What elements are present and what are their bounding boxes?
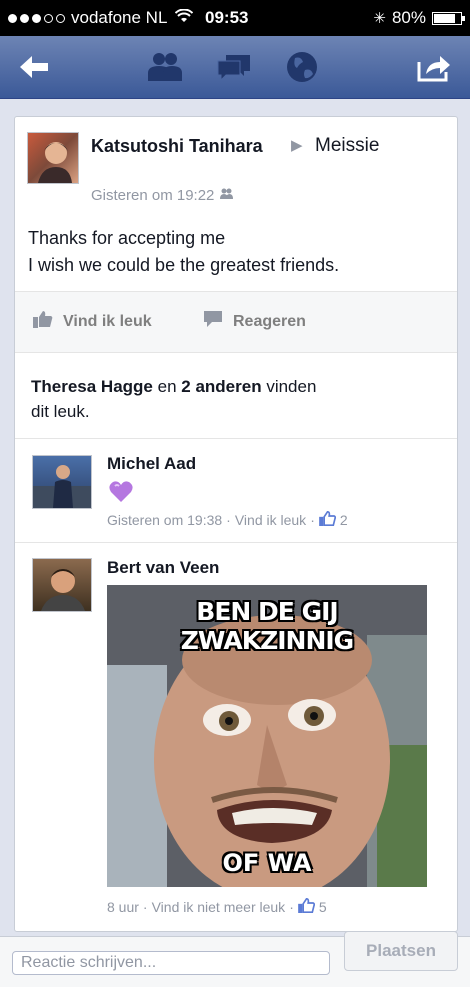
post-body: Thanks for accepting me I wish we could … <box>28 225 448 279</box>
divider <box>15 542 457 543</box>
battery-percent: 80% <box>391 8 426 27</box>
comment-input[interactable] <box>12 951 330 975</box>
comment-author-avatar[interactable] <box>32 558 92 612</box>
comment-meta: Gisteren om 19:38 · Vind ik leuk · 2 <box>107 510 348 529</box>
meme-caption-top: BEN DE GIJ ZWAKZINNIG <box>180 597 354 655</box>
likes-summary[interactable]: Theresa Hagge en 2 anderen vinden dit le… <box>31 374 411 424</box>
comment-time: 8 uur <box>107 899 139 915</box>
blue-thumbs-up-icon <box>298 897 315 916</box>
comment-button[interactable]: Reageren <box>203 310 306 333</box>
battery-icon <box>432 11 465 25</box>
comment-author-name[interactable]: Bert van Veen <box>107 558 219 578</box>
status-left: vodafone NL <box>8 8 194 28</box>
post-recipient-name[interactable]: Meissie <box>315 135 379 157</box>
comment-time: Gisteren om 19:38 <box>107 512 223 528</box>
post-time-text: Gisteren om 19:22 <box>91 187 215 204</box>
signal-strength-icon <box>8 13 65 23</box>
arrow-right-icon: ▶ <box>291 137 303 154</box>
post-text-line: I wish we could be the greatest friends. <box>28 255 340 275</box>
wifi-icon <box>175 8 194 28</box>
comment-like-count: 2 <box>339 512 348 528</box>
carrier-name: vodafone NL <box>71 8 168 27</box>
likes-suffix-line2: dit leuk. <box>31 402 90 421</box>
post-action-bar: Vind ik leuk Reageren <box>15 291 457 353</box>
status-right: ✳ 80% <box>373 8 465 28</box>
other-likers[interactable]: 2 anderen <box>181 377 261 396</box>
status-bar: vodafone NL 09:53 ✳ 80% <box>0 0 470 36</box>
meme-caption-bottom: OF WA <box>222 849 312 877</box>
comment-like-link[interactable]: Vind ik leuk <box>235 512 306 528</box>
liker-name[interactable]: Theresa Hagge <box>31 377 153 396</box>
likes-connector: en <box>157 377 177 396</box>
post-comment-button[interactable]: Plaatsen <box>344 931 458 971</box>
post-author-name[interactable]: Katsutoshi Tanihara <box>91 136 263 157</box>
back-arrow-icon[interactable] <box>14 48 54 86</box>
comment-meta: 8 uur · Vind ik niet meer leuk · 5 <box>107 897 327 916</box>
share-icon[interactable] <box>414 48 454 86</box>
activity-spinner-icon: ✳ <box>373 10 386 27</box>
messages-icon[interactable] <box>214 48 254 86</box>
comment-button-label: Reageren <box>233 312 306 330</box>
post-timestamp: Gisteren om 19:22 <box>91 187 234 204</box>
blue-thumbs-up-icon <box>319 510 336 529</box>
meme-image[interactable]: BEN DE GIJ ZWAKZINNIG OF WA <box>107 585 427 887</box>
clock: 09:53 <box>205 8 249 27</box>
comment-author-avatar[interactable] <box>32 455 92 509</box>
comment-author-name[interactable]: Michel Aad <box>107 454 196 474</box>
friends-audience-icon <box>219 187 234 204</box>
top-navigation-bar <box>0 36 470 99</box>
globe-icon[interactable] <box>282 48 322 86</box>
comment-composer: Plaatsen <box>0 931 470 987</box>
thumbs-up-icon <box>33 310 53 333</box>
like-button[interactable]: Vind ik leuk <box>33 310 152 333</box>
post-text-line: Thanks for accepting me <box>28 228 226 248</box>
comment-like-count: 5 <box>318 899 327 915</box>
post-card: Katsutoshi Tanihara ▶ Meissie Gisteren o… <box>14 116 458 932</box>
comment-bubble-icon <box>203 310 223 333</box>
comment-unlike-link[interactable]: Vind ik niet meer leuk <box>152 899 286 915</box>
purple-heart-emoji-icon <box>109 481 133 508</box>
like-button-label: Vind ik leuk <box>63 312 152 330</box>
author-avatar[interactable] <box>27 132 79 184</box>
friend-requests-icon[interactable] <box>145 48 185 86</box>
divider <box>15 438 457 439</box>
likes-suffix: vinden <box>266 377 317 396</box>
